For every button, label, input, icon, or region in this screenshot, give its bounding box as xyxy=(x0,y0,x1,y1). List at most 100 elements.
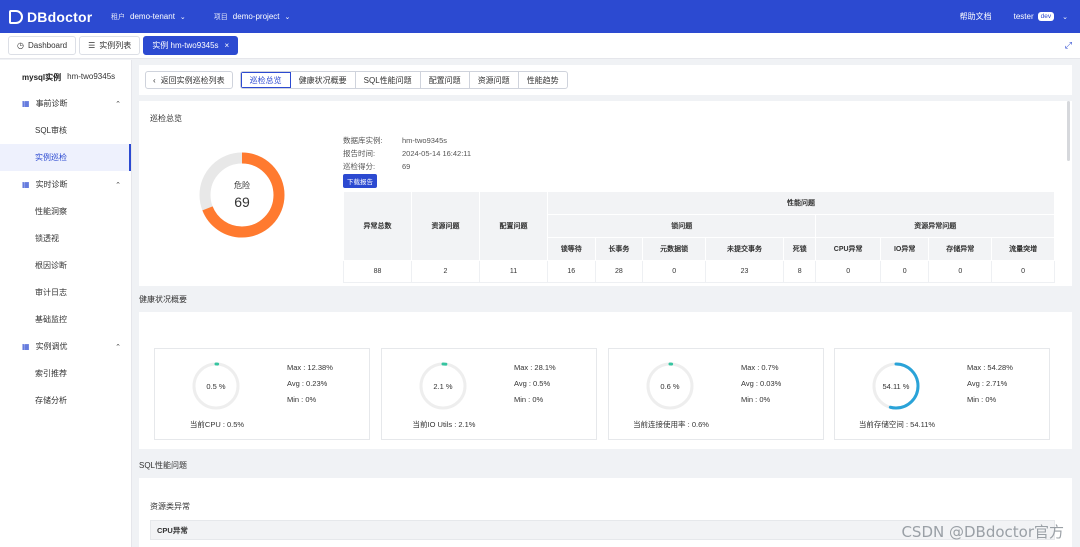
resource-abnormal-title: 资源类异常 xyxy=(150,502,190,511)
meta-key: 报告时间: xyxy=(343,149,376,158)
table-row: 88 2 11 16 28 0 23 8 0 0 0 0 xyxy=(343,260,1055,283)
gauge-max: Max : 12.38% xyxy=(287,363,333,372)
gauge-stats: Max : 54.28% Avg : 2.71% Min : 0% xyxy=(967,360,1013,408)
sidebar-item-performance-insight[interactable]: 性能洞察 xyxy=(0,198,131,225)
gauge-current: 当前连接使用率 : 0.6% xyxy=(633,420,709,429)
connection-gauge-card: 0.6 % 当前连接使用率 : 0.6% Max : 0.7% Avg : 0.… xyxy=(608,348,824,440)
sidebar-item-index-recommend[interactable]: 索引推荐 xyxy=(0,360,131,387)
meta-value: 69 xyxy=(402,162,411,171)
table-cell: 28 xyxy=(594,260,644,283)
instance-type-label: mysql实例 xyxy=(22,73,62,82)
gauge-current: 当前IO Utils : 2.1% xyxy=(412,420,476,429)
project-value: demo-project xyxy=(232,12,280,21)
project-key: 项目 xyxy=(213,13,228,21)
close-icon[interactable]: × xyxy=(225,41,230,50)
gauge-min: Min : 0% xyxy=(741,395,771,404)
gauge-current: 当前CPU : 0.5% xyxy=(189,420,245,429)
tab-label: Dashboard xyxy=(27,41,68,50)
sidebar-group-realtime-diagnosis[interactable]: ▦ 实时诊断 ⌃ xyxy=(0,171,131,198)
instance-name: hm-two9345s xyxy=(67,72,116,81)
top-navigation-bar: DBdoctor 租户 demo-tenant ⌄ 项目 demo-projec… xyxy=(0,0,1080,33)
sidebar-group-label: 实例调优 xyxy=(35,342,68,351)
gauge-min: Min : 0% xyxy=(514,395,544,404)
sidebar: mysql实例 hm-two9345s ▦ 事前诊断 ⌃ SQL审核 实例巡检 … xyxy=(0,60,132,547)
sidebar-item-basic-monitor[interactable]: 基础监控 xyxy=(0,306,131,333)
table-cell: 23 xyxy=(705,260,784,283)
sidebar-group-label: 实时诊断 xyxy=(35,180,68,189)
chevron-down-icon: ⌄ xyxy=(284,13,291,21)
meta-key: 巡检得分: xyxy=(343,162,376,171)
user-name[interactable]: tester xyxy=(1014,12,1034,21)
chevron-down-icon: ⌄ xyxy=(179,13,186,21)
sidebar-item-instance-inspection[interactable]: 实例巡检 xyxy=(0,144,131,171)
gauge-avg: Avg : 2.71% xyxy=(967,379,1008,388)
col-header: 锁等待 xyxy=(547,237,596,261)
sql-perf-section-title: SQL性能问题 xyxy=(139,461,188,470)
col-header: CPU异常 xyxy=(815,237,881,261)
instance-header: mysql实例 hm-two9345s xyxy=(22,72,131,83)
tenant-value: demo-tenant xyxy=(130,12,175,21)
tab-instance-detail[interactable]: 实例 hm-two9345s × xyxy=(143,36,239,55)
sidebar-item-sql-audit[interactable]: SQL审核 xyxy=(0,117,131,144)
gauge-percent: 2.1 % xyxy=(433,381,453,391)
sidebar-item-lock-view[interactable]: 锁透视 xyxy=(0,225,131,252)
col-header: 长事务 xyxy=(594,237,644,261)
tab-instance-list[interactable]: ☰ 实例列表 xyxy=(79,36,141,55)
col-header: 资源异常问题 xyxy=(815,214,1055,238)
page-tab-bar: ◷ Dashboard ☰ 实例列表 实例 hm-two9345s × ⤢ xyxy=(0,33,1080,59)
gauge-avg: Avg : 0.23% xyxy=(287,379,328,388)
col-header: 锁问题 xyxy=(546,214,817,238)
tenant-selector[interactable]: 租户 demo-tenant ⌄ xyxy=(111,12,186,22)
table-cell: 0 xyxy=(928,260,993,283)
col-header: 资源问题 xyxy=(411,191,480,261)
col-header: 存储异常 xyxy=(928,237,993,261)
tab-inspection-overview[interactable]: 巡检总览 xyxy=(240,72,291,88)
tab-sql-performance[interactable]: SQL性能问题 xyxy=(356,72,421,88)
gauge-avg: Avg : 0.5% xyxy=(514,379,551,388)
fullscreen-icon[interactable]: ⤢ xyxy=(1065,40,1072,51)
sidebar-group-pre-diagnosis[interactable]: ▦ 事前诊断 ⌃ xyxy=(0,90,131,117)
tab-health-summary[interactable]: 健康状况概要 xyxy=(291,72,356,88)
tab-label: 实例 hm-two9345s xyxy=(152,41,219,50)
list-icon: ☰ xyxy=(88,41,96,50)
tab-dashboard[interactable]: ◷ Dashboard xyxy=(8,36,77,55)
download-report-button[interactable]: 下载报告 xyxy=(343,174,377,188)
gauge-max: Max : 54.28% xyxy=(967,363,1013,372)
help-docs-link[interactable]: 帮助文档 xyxy=(960,11,992,22)
gauge-max: Max : 0.7% xyxy=(741,363,779,372)
tab-label: 实例列表 xyxy=(99,41,132,50)
col-header: 异常总数 xyxy=(343,191,412,261)
score-value: 69 xyxy=(234,194,250,210)
sidebar-item-root-cause[interactable]: 根因诊断 xyxy=(0,252,131,279)
sidebar-item-storage-analysis[interactable]: 存储分析 xyxy=(0,387,131,414)
back-button[interactable]: ‹ 返回实例巡检列表 xyxy=(145,71,233,89)
brand-logo[interactable]: DBdoctor xyxy=(9,9,111,25)
report-nav-row: ‹ 返回实例巡检列表 巡检总览 健康状况概要 SQL性能问题 配置问题 资源问题… xyxy=(139,65,1072,95)
meta-key: 数据库实例: xyxy=(343,136,383,145)
sidebar-group-label: 事前诊断 xyxy=(35,99,68,108)
chevron-up-icon: ⌃ xyxy=(115,343,121,351)
chevron-down-icon[interactable]: ⌄ xyxy=(1062,13,1068,21)
health-card: 0.5 % 当前CPU : 0.5% Max : 12.38% Avg : 0.… xyxy=(139,312,1072,449)
table-cell: 88 xyxy=(343,260,412,283)
overview-title: 巡检总览 xyxy=(150,114,182,123)
tab-performance-trend[interactable]: 性能趋势 xyxy=(519,72,567,88)
gauge-percent: 54.11 % xyxy=(882,381,910,391)
project-selector[interactable]: 项目 demo-project ⌄ xyxy=(214,12,291,22)
tab-resource-issues[interactable]: 资源问题 xyxy=(470,72,519,88)
gauge-current: 当前存储空间 : 54.11% xyxy=(858,420,936,429)
sidebar-group-instance-tuning[interactable]: ▦ 实例调优 ⌃ xyxy=(0,333,131,360)
tenant-key: 租户 xyxy=(111,13,125,21)
sidebar-item-audit-log[interactable]: 审计日志 xyxy=(0,279,131,306)
gauge-min: Min : 0% xyxy=(287,395,317,404)
meta-value: 2024-05-14 16:42:11 xyxy=(402,149,472,158)
col-header: 性能问题 xyxy=(547,191,1055,215)
dashboard-icon: ◷ xyxy=(17,41,24,50)
tab-config-issues[interactable]: 配置问题 xyxy=(421,72,470,88)
col-header: 死锁 xyxy=(782,237,817,261)
health-section-title: 健康状况概要 xyxy=(139,295,187,304)
scrollbar[interactable] xyxy=(1067,101,1070,161)
table-cell: 11 xyxy=(479,260,548,283)
gauge-avg: Avg : 0.03% xyxy=(741,379,782,388)
chevron-up-icon: ⌃ xyxy=(115,181,121,189)
